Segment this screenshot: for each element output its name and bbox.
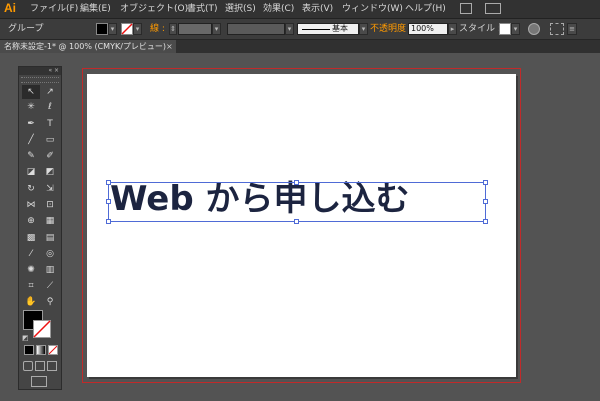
bbox-handle-bottom-left[interactable] [106, 219, 111, 224]
bbox-handle-bottom-right[interactable] [483, 219, 488, 224]
type-tool-icon[interactable]: T [41, 117, 59, 131]
selection-tool-icon[interactable]: ↖ [22, 85, 40, 99]
menu-help[interactable]: ヘルプ(H) [405, 2, 446, 16]
panel-menu-icon[interactable]: ≡ [567, 23, 577, 35]
column-graph-tool-icon[interactable]: ▥ [41, 263, 59, 277]
fill-swatch[interactable] [96, 23, 108, 35]
mesh-tool-icon[interactable]: ▩ [22, 231, 40, 245]
menu-file[interactable]: ファイル(F) [30, 2, 78, 16]
bridge-icon[interactable] [460, 3, 472, 14]
rectangle-tool-icon[interactable]: ▭ [41, 133, 59, 147]
gradient-mode-icon[interactable] [36, 345, 46, 355]
panel-grip[interactable] [21, 77, 59, 83]
stroke-dropdown-icon[interactable]: ▾ [133, 23, 142, 35]
slice-tool-icon[interactable]: ⟋ [41, 279, 59, 293]
default-colors-icon[interactable]: ◩ [22, 334, 29, 342]
direct-selection-tool-icon[interactable]: ↗ [41, 85, 59, 99]
menu-select[interactable]: 選択(S) [225, 2, 256, 16]
fill-dropdown-icon[interactable]: ▾ [108, 23, 117, 35]
stroke-weight-stepper[interactable]: ⇕ [169, 23, 177, 35]
blob-brush-tool-icon[interactable]: ◪ [22, 165, 40, 179]
style-label: スタイル : [459, 24, 501, 34]
draw-mode-icon[interactable] [23, 361, 33, 371]
stroke-label[interactable]: 線 : [150, 23, 165, 35]
line-tool-icon[interactable]: ╱ [22, 133, 40, 147]
brush-definition[interactable]: 基本 [297, 23, 359, 35]
profile-dropdown-icon[interactable]: ▾ [285, 23, 294, 35]
menu-view[interactable]: 表示(V) [302, 2, 333, 16]
opacity-field[interactable]: 100% [408, 23, 448, 35]
color-mode-icon[interactable] [24, 345, 34, 355]
control-bar: グループ ▾ ▾ 線 : ⇕ ▾ ▾ 基本 ▾ 不透明度 : 100% ▸ スタ… [0, 19, 600, 40]
tools-panel-header[interactable]: « × [19, 67, 61, 75]
bbox-handle-top-middle[interactable] [294, 180, 299, 185]
menu-type[interactable]: 書式(T) [187, 2, 218, 16]
pen-tool-icon[interactable]: ✒ [22, 117, 40, 131]
menu-effect[interactable]: 効果(C) [263, 2, 294, 16]
opacity-label[interactable]: 不透明度 : [370, 23, 412, 35]
none-mode-icon[interactable] [48, 345, 58, 355]
menu-object[interactable]: オブジェクト(O) [120, 2, 188, 16]
app-logo: Ai [4, 1, 16, 15]
width-tool-icon[interactable]: ⋈ [22, 198, 40, 212]
recolor-artwork-icon[interactable] [528, 23, 540, 35]
brush-label: 基本 [332, 24, 348, 33]
shape-builder-tool-icon[interactable]: ⊕ [22, 214, 40, 228]
gradient-tool-icon[interactable]: ▤ [41, 231, 59, 245]
lasso-tool-icon[interactable]: ℓ [41, 100, 59, 114]
paintbrush-tool-icon[interactable]: ✎ [22, 149, 40, 163]
symbol-sprayer-tool-icon[interactable]: ✺ [22, 263, 40, 277]
eraser-tool-icon[interactable]: ◩ [41, 165, 59, 179]
hand-tool-icon[interactable]: ✋ [22, 295, 40, 309]
bbox-handle-middle-right[interactable] [483, 199, 488, 204]
draw-inside-icon[interactable] [47, 361, 57, 371]
document-tab[interactable]: 名称未設定-1* @ 100% (CMYK/プレビュー) [0, 40, 176, 53]
bbox-handle-top-right[interactable] [483, 180, 488, 185]
eyedropper-tool-icon[interactable]: ⁄ [22, 247, 40, 261]
zoom-tool-icon[interactable]: ⚲ [41, 295, 59, 309]
collapse-panel-icon[interactable]: « × [48, 67, 59, 74]
document-tab-label: 名称未設定-1* @ 100% (CMYK/プレビュー) [4, 42, 167, 51]
variable-width-profile[interactable] [227, 23, 285, 35]
artboard[interactable] [87, 74, 516, 377]
stroke-weight-dropdown-icon[interactable]: ▾ [212, 23, 221, 35]
menu-window[interactable]: ウィンドウ(W) [342, 2, 403, 16]
artboard-tool-icon[interactable]: ⌗ [22, 279, 40, 293]
close-tab-icon[interactable]: × [166, 40, 173, 53]
pencil-tool-icon[interactable]: ✐ [41, 149, 59, 163]
brush-dropdown-icon[interactable]: ▾ [359, 23, 368, 35]
tools-panel: « × ↖ ↗ ✳ ℓ ✒ T ╱ ▭ ✎ ✐ ◪ ◩ ↻ ⇲ ⋈ ⊡ ⊕ ▦ … [18, 66, 62, 390]
free-transform-tool-icon[interactable]: ⊡ [41, 198, 59, 212]
arrange-documents-icon[interactable] [485, 3, 501, 14]
bbox-handle-top-left[interactable] [106, 180, 111, 185]
magic-wand-tool-icon[interactable]: ✳ [22, 100, 40, 114]
selection-type-label: グループ [8, 24, 44, 34]
stroke-color-box[interactable] [33, 320, 51, 338]
rotate-tool-icon[interactable]: ↻ [22, 182, 40, 196]
bbox-handle-bottom-middle[interactable] [294, 219, 299, 224]
perspective-grid-tool-icon[interactable]: ▦ [41, 214, 59, 228]
stroke-weight-field[interactable] [178, 23, 212, 35]
stroke-swatch[interactable] [121, 23, 133, 35]
bbox-handle-middle-left[interactable] [106, 199, 111, 204]
opacity-dropdown-icon[interactable]: ▸ [448, 23, 457, 35]
menu-edit[interactable]: 編集(E) [80, 2, 111, 16]
menu-bar: Ai ファイル(F) 編集(E) オブジェクト(O) 書式(T) 選択(S) 効… [0, 0, 600, 19]
draw-behind-icon[interactable] [35, 361, 45, 371]
scale-tool-icon[interactable]: ⇲ [41, 182, 59, 196]
document-tab-bar: 名称未設定-1* @ 100% (CMYK/プレビュー) × [0, 40, 600, 53]
screen-mode-icon[interactable] [31, 376, 47, 387]
style-dropdown-icon[interactable]: ▾ [511, 23, 520, 35]
align-icon[interactable] [550, 23, 564, 35]
selection-bounding-box[interactable] [108, 182, 486, 222]
graphic-style-swatch[interactable] [499, 23, 511, 35]
blend-tool-icon[interactable]: ◎ [41, 247, 59, 261]
brush-stroke-preview [302, 29, 330, 30]
